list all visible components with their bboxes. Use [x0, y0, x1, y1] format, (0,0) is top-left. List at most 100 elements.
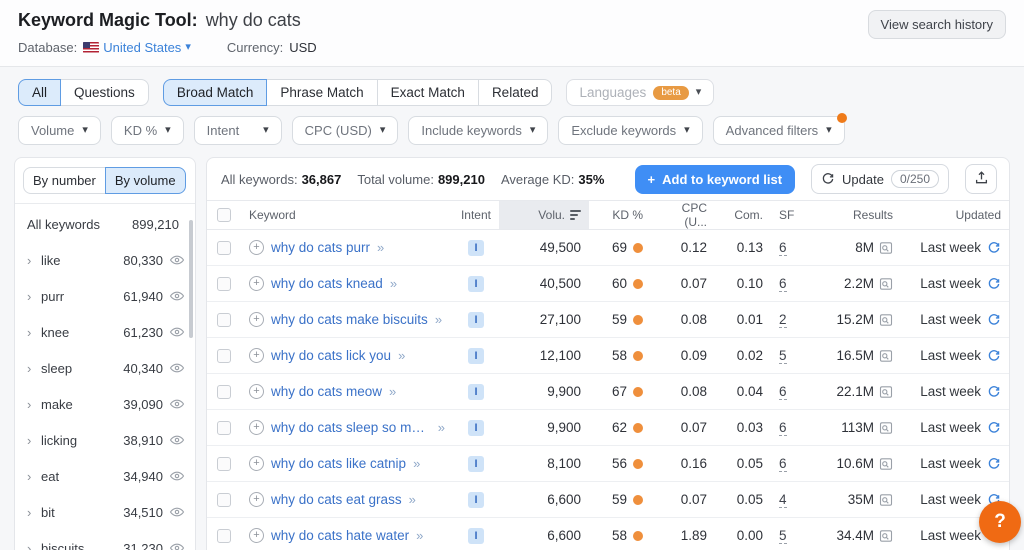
col-volume[interactable]: Volu.	[499, 201, 589, 229]
tab-related[interactable]: Related	[477, 79, 553, 106]
add-keyword-icon[interactable]: +	[249, 348, 264, 363]
all-keywords-group[interactable]: All keywords 899,210	[15, 206, 195, 242]
refresh-icon[interactable]	[987, 277, 1001, 291]
keyword-link[interactable]: why do cats purr	[271, 240, 370, 255]
refresh-icon[interactable]	[987, 385, 1001, 399]
filter-advanced[interactable]: Advanced filters ▾	[712, 113, 847, 145]
add-keyword-icon[interactable]: +	[249, 492, 264, 507]
filter-include-keywords[interactable]: Include keywords ▾	[408, 116, 549, 145]
col-com[interactable]: Com.	[715, 201, 771, 229]
filter-kd[interactable]: KD % ▾	[110, 116, 184, 145]
col-intent[interactable]: Intent	[453, 201, 499, 229]
eye-icon[interactable]	[169, 469, 185, 483]
serp-features-count[interactable]: 6	[779, 276, 787, 292]
by-volume-toggle[interactable]: By volume	[104, 167, 186, 194]
eye-icon[interactable]	[169, 325, 185, 339]
intent-badge[interactable]: I	[468, 347, 484, 364]
row-checkbox[interactable]	[217, 384, 231, 399]
col-cpc[interactable]: CPC (U...	[651, 201, 715, 229]
tab-questions[interactable]: Questions	[60, 79, 149, 106]
eye-icon[interactable]	[169, 253, 185, 267]
tab-phrase-match[interactable]: Phrase Match	[266, 79, 378, 106]
eye-icon[interactable]	[169, 397, 185, 411]
sidebar-scrollbar[interactable]	[189, 220, 193, 338]
database-selector[interactable]: United States ▾	[83, 40, 191, 55]
serp-features-count[interactable]: 5	[779, 528, 787, 544]
intent-badge[interactable]: I	[468, 383, 484, 400]
serp-features-count[interactable]: 6	[779, 456, 787, 472]
col-results[interactable]: Results	[805, 201, 901, 229]
expand-keyword-icon[interactable]: »	[413, 456, 420, 471]
keyword-link[interactable]: why do cats lick you	[271, 348, 391, 363]
eye-icon[interactable]	[169, 361, 185, 375]
refresh-icon[interactable]	[987, 349, 1001, 363]
filter-cpc[interactable]: CPC (USD) ▾	[291, 116, 399, 145]
intent-badge[interactable]: I	[468, 419, 484, 436]
keyword-group-item[interactable]: › biscuits 31,230	[15, 530, 195, 550]
serp-preview-icon[interactable]	[879, 457, 893, 471]
serp-features-count[interactable]: 6	[779, 384, 787, 400]
filter-volume[interactable]: Volume ▾	[18, 116, 101, 145]
intent-badge[interactable]: I	[468, 491, 484, 508]
keyword-group-item[interactable]: › bit 34,510	[15, 494, 195, 530]
keyword-link[interactable]: why do cats make biscuits	[271, 312, 428, 327]
view-search-history-button[interactable]: View search history	[867, 10, 1006, 39]
row-checkbox[interactable]	[217, 312, 231, 327]
select-all-checkbox[interactable]	[217, 208, 231, 222]
add-keyword-icon[interactable]: +	[249, 420, 264, 435]
add-keyword-icon[interactable]: +	[249, 456, 264, 471]
serp-features-count[interactable]: 2	[779, 312, 787, 328]
serp-features-count[interactable]: 6	[779, 420, 787, 436]
eye-icon[interactable]	[169, 541, 185, 550]
row-checkbox[interactable]	[217, 240, 231, 255]
expand-keyword-icon[interactable]: »	[377, 240, 384, 255]
eye-icon[interactable]	[169, 433, 185, 447]
add-keyword-icon[interactable]: +	[249, 528, 264, 543]
keyword-group-item[interactable]: › like 80,330	[15, 242, 195, 278]
serp-features-count[interactable]: 4	[779, 492, 787, 508]
export-button[interactable]	[965, 164, 997, 194]
refresh-icon[interactable]	[987, 457, 1001, 471]
keyword-group-item[interactable]: › purr 61,940	[15, 278, 195, 314]
intent-badge[interactable]: I	[468, 275, 484, 292]
serp-preview-icon[interactable]	[879, 385, 893, 399]
row-checkbox[interactable]	[217, 456, 231, 471]
intent-badge[interactable]: I	[468, 239, 484, 256]
serp-features-count[interactable]: 6	[779, 240, 787, 256]
col-sf[interactable]: SF	[771, 201, 805, 229]
keyword-link[interactable]: why do cats meow	[271, 384, 382, 399]
add-keyword-icon[interactable]: +	[249, 312, 264, 327]
languages-dropdown[interactable]: Languages beta ▾	[566, 79, 715, 106]
refresh-icon[interactable]	[987, 241, 1001, 255]
row-checkbox[interactable]	[217, 276, 231, 291]
row-checkbox[interactable]	[217, 492, 231, 507]
tab-all[interactable]: All	[18, 79, 62, 106]
intent-badge[interactable]: I	[468, 455, 484, 472]
keyword-group-item[interactable]: › sleep 40,340	[15, 350, 195, 386]
keyword-link[interactable]: why do cats knead	[271, 276, 383, 291]
expand-keyword-icon[interactable]: »	[438, 420, 445, 435]
keyword-link[interactable]: why do cats hate water	[271, 528, 409, 543]
expand-keyword-icon[interactable]: »	[435, 312, 442, 327]
intent-badge[interactable]: I	[468, 527, 484, 544]
serp-preview-icon[interactable]	[879, 493, 893, 507]
tab-exact-match[interactable]: Exact Match	[376, 79, 479, 106]
update-metrics-button[interactable]: Update 0/250	[811, 164, 949, 194]
serp-features-count[interactable]: 5	[779, 348, 787, 364]
serp-preview-icon[interactable]	[879, 349, 893, 363]
keyword-link[interactable]: why do cats sleep so much	[271, 420, 431, 435]
refresh-icon[interactable]	[987, 313, 1001, 327]
filter-intent[interactable]: Intent ▾	[193, 116, 282, 145]
keyword-group-item[interactable]: › knee 61,230	[15, 314, 195, 350]
add-keyword-icon[interactable]: +	[249, 276, 264, 291]
help-button[interactable]: ?	[979, 501, 1021, 543]
keyword-link[interactable]: why do cats eat grass	[271, 492, 402, 507]
filter-exclude-keywords[interactable]: Exclude keywords ▾	[558, 116, 703, 145]
add-to-keyword-list-button[interactable]: + Add to keyword list	[634, 164, 796, 194]
keyword-group-item[interactable]: › licking 38,910	[15, 422, 195, 458]
col-keyword[interactable]: Keyword	[241, 201, 453, 229]
col-kd[interactable]: KD %	[589, 201, 651, 229]
serp-preview-icon[interactable]	[879, 313, 893, 327]
expand-keyword-icon[interactable]: »	[416, 528, 423, 543]
row-checkbox[interactable]	[217, 420, 231, 435]
